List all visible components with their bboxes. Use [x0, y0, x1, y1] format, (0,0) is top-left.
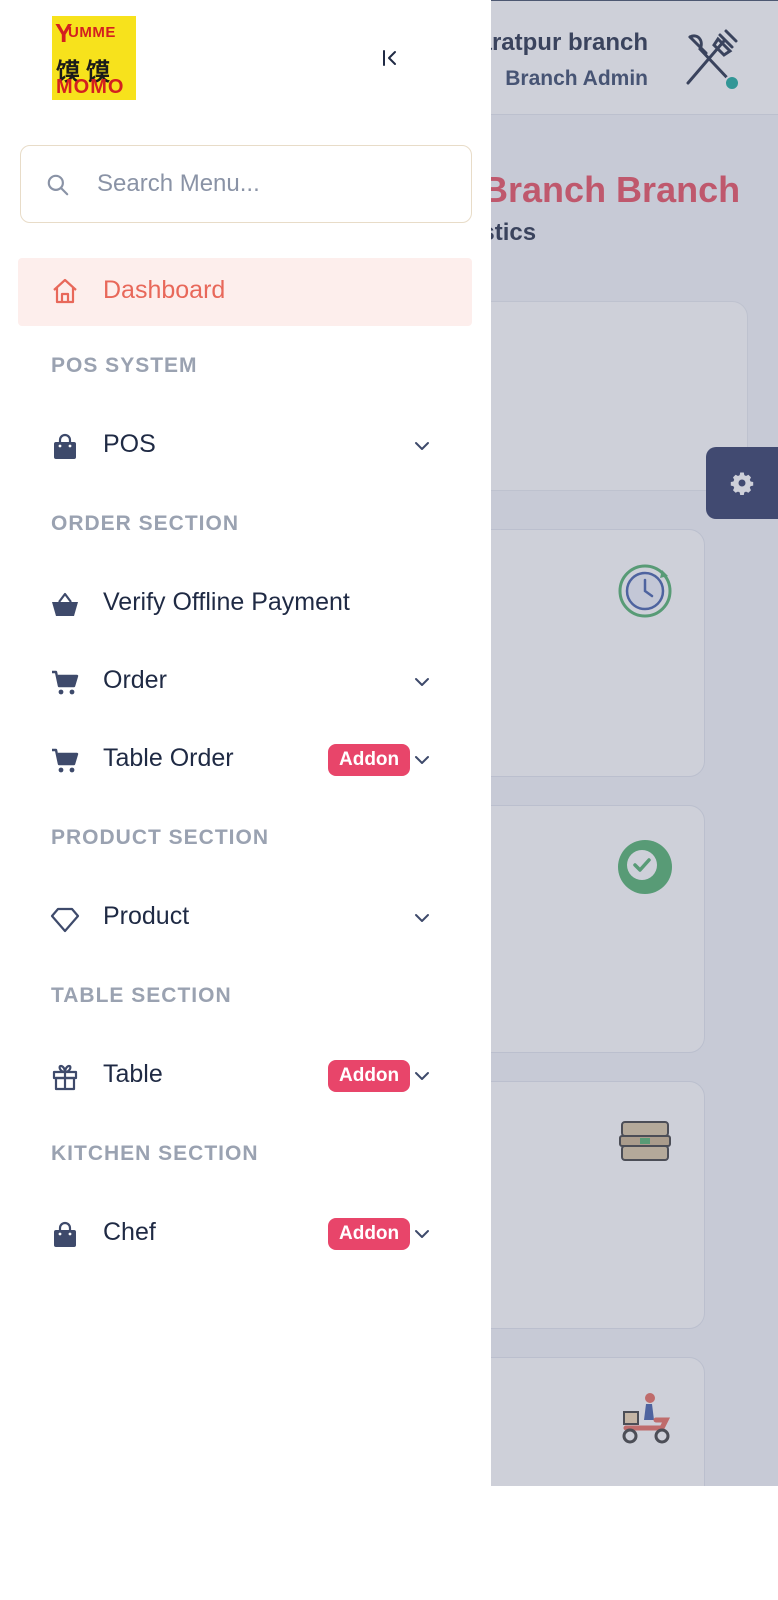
- logo-text-umme: UMME: [68, 24, 116, 41]
- search-input[interactable]: [97, 164, 457, 204]
- sidebar-item-label: Verify Offline Payment: [103, 588, 350, 616]
- section-header-kitchen: KITCHEN SECTION: [51, 1142, 259, 1165]
- sidebar-item-label: POS: [103, 430, 156, 458]
- sidebar-item-label: Product: [103, 902, 190, 930]
- search-icon: [47, 174, 69, 196]
- sidebar-item-product[interactable]: Product: [18, 888, 472, 948]
- chevron-down-icon: [415, 756, 429, 764]
- cart-icon: [52, 748, 79, 773]
- shopping-bag-icon: [54, 433, 76, 459]
- shopping-bag-icon: [54, 1221, 76, 1247]
- sidebar-item-verify-offline-payment[interactable]: Verify Offline Payment: [18, 574, 472, 634]
- addon-badge: Addon: [328, 744, 411, 776]
- basket-icon: [52, 592, 78, 616]
- logo-text-momo: MOMO: [56, 76, 125, 98]
- collapse-sidebar-icon[interactable]: [378, 46, 402, 70]
- sidebar-item-table[interactable]: Table Addon: [18, 1046, 472, 1106]
- section-header-order: ORDER SECTION: [51, 512, 240, 535]
- sidebar-item-table-order[interactable]: Table Order Addon: [18, 730, 472, 790]
- brand-logo[interactable]: Y UMME 馍馍 MOMO: [52, 16, 136, 100]
- chevron-down-icon: [415, 914, 429, 922]
- addon-badge: Addon: [328, 1218, 411, 1250]
- gift-icon: [52, 1064, 78, 1091]
- addon-badge: Addon: [328, 1060, 411, 1092]
- sidebar-item-pos[interactable]: POS: [18, 416, 472, 476]
- section-header-pos: POS SYSTEM: [51, 354, 198, 377]
- chevron-down-icon: [415, 1230, 429, 1238]
- menu-search-box: [20, 145, 472, 223]
- diamond-icon: [50, 907, 80, 933]
- sidebar-drawer: Y UMME 馍馍 MOMO Dashboard POS SYSTEM POS: [0, 0, 491, 1600]
- chevron-down-icon: [415, 1072, 429, 1080]
- sidebar-item-label: Table Order: [103, 744, 234, 772]
- chevron-down-icon: [415, 678, 429, 686]
- section-header-product: PRODUCT SECTION: [51, 826, 270, 849]
- home-icon: [53, 278, 77, 304]
- sidebar-item-label: Table: [103, 1060, 163, 1088]
- sidebar-item-dashboard[interactable]: Dashboard: [18, 258, 472, 326]
- sidebar-item-label: Dashboard: [103, 276, 226, 304]
- cart-icon: [52, 670, 79, 695]
- sidebar-item-label: Chef: [103, 1218, 156, 1246]
- section-header-table: TABLE SECTION: [51, 984, 232, 1007]
- sidebar-item-order[interactable]: Order: [18, 652, 472, 712]
- sidebar-item-chef[interactable]: Chef Addon: [18, 1204, 472, 1264]
- chevron-down-icon: [415, 442, 429, 450]
- sidebar-item-label: Order: [103, 666, 167, 694]
